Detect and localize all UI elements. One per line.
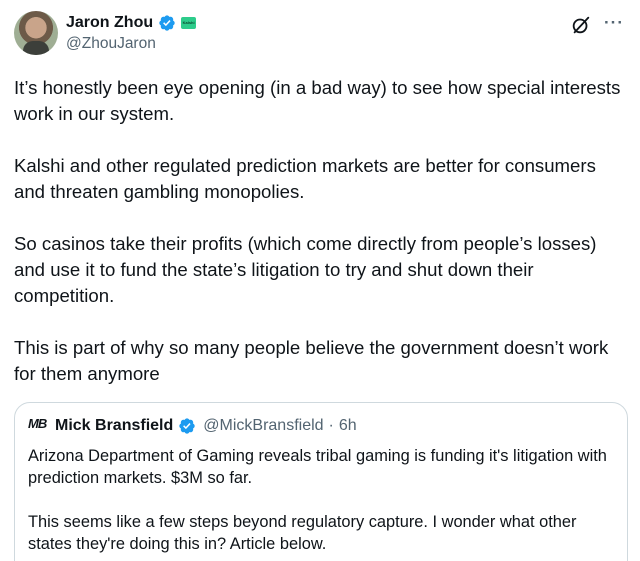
affiliation-badge[interactable]: Kalshi [181, 17, 197, 29]
quoted-author-display-name[interactable]: Mick Bransfield [55, 417, 173, 435]
quoted-paragraph: Arizona Department of Gaming reveals tri… [28, 447, 607, 487]
tweet-header: Jaron Zhou Kalshi @ZhouJaron ··· [14, 10, 626, 56]
quoted-author-handle[interactable]: @MickBransfield [203, 417, 323, 435]
quoted-tweet[interactable]: MB Mick Bransfield @MickBransfield · 6h … [14, 402, 628, 561]
quoted-paragraph: This seems like a few steps beyond regul… [28, 513, 577, 553]
verified-badge-icon [159, 15, 175, 31]
time-separator: · [328, 417, 334, 434]
tweet-paragraph: Kalshi and other regulated prediction ma… [14, 155, 596, 202]
author-avatar[interactable] [14, 11, 58, 55]
quoted-author-avatar[interactable]: MB [28, 416, 50, 436]
quoted-tweet-time[interactable]: 6h [339, 417, 357, 435]
author-handle[interactable]: @ZhouJaron [66, 35, 156, 53]
quoted-tweet-header: MB Mick Bransfield @MickBransfield · 6h [28, 415, 614, 437]
author-name-row: Jaron Zhou Kalshi [66, 13, 197, 33]
tweet-paragraph: It’s honestly been eye opening (in a bad… [14, 77, 621, 124]
more-options-icon[interactable]: ··· [604, 13, 624, 33]
avatar-shirt [23, 41, 49, 55]
tweet-paragraph: This is part of why so many people belie… [14, 337, 609, 384]
tweet-body: It’s honestly been eye opening (in a bad… [14, 75, 626, 387]
quoted-tweet-body: Arizona Department of Gaming reveals tri… [28, 445, 614, 555]
tweet-paragraph: So casinos take their profits (which com… [14, 233, 597, 306]
author-display-name[interactable]: Jaron Zhou [66, 14, 153, 32]
verified-badge-icon [179, 418, 195, 434]
grok-icon[interactable] [570, 14, 592, 36]
